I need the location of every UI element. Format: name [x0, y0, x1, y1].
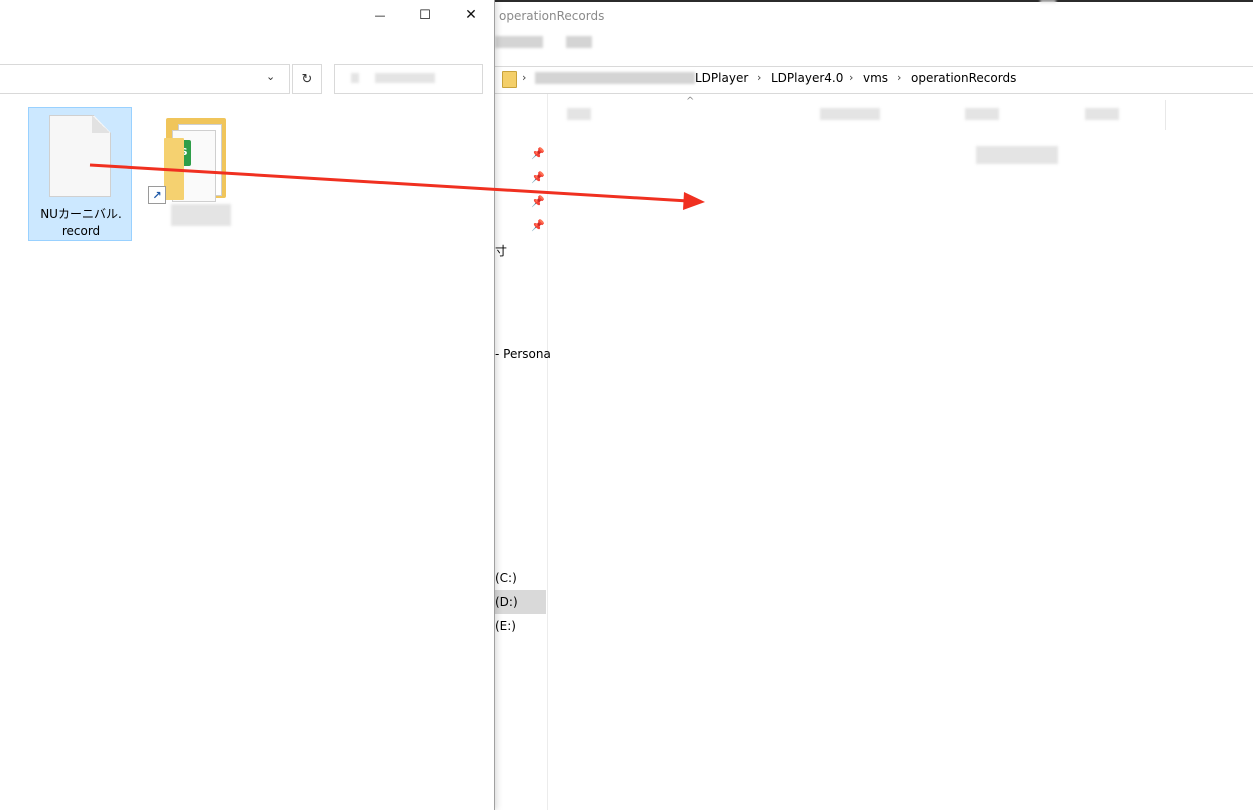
drag-arrow-annotation	[89, 163, 705, 210]
arrow-head	[683, 192, 705, 210]
arrow-line	[89, 163, 689, 203]
